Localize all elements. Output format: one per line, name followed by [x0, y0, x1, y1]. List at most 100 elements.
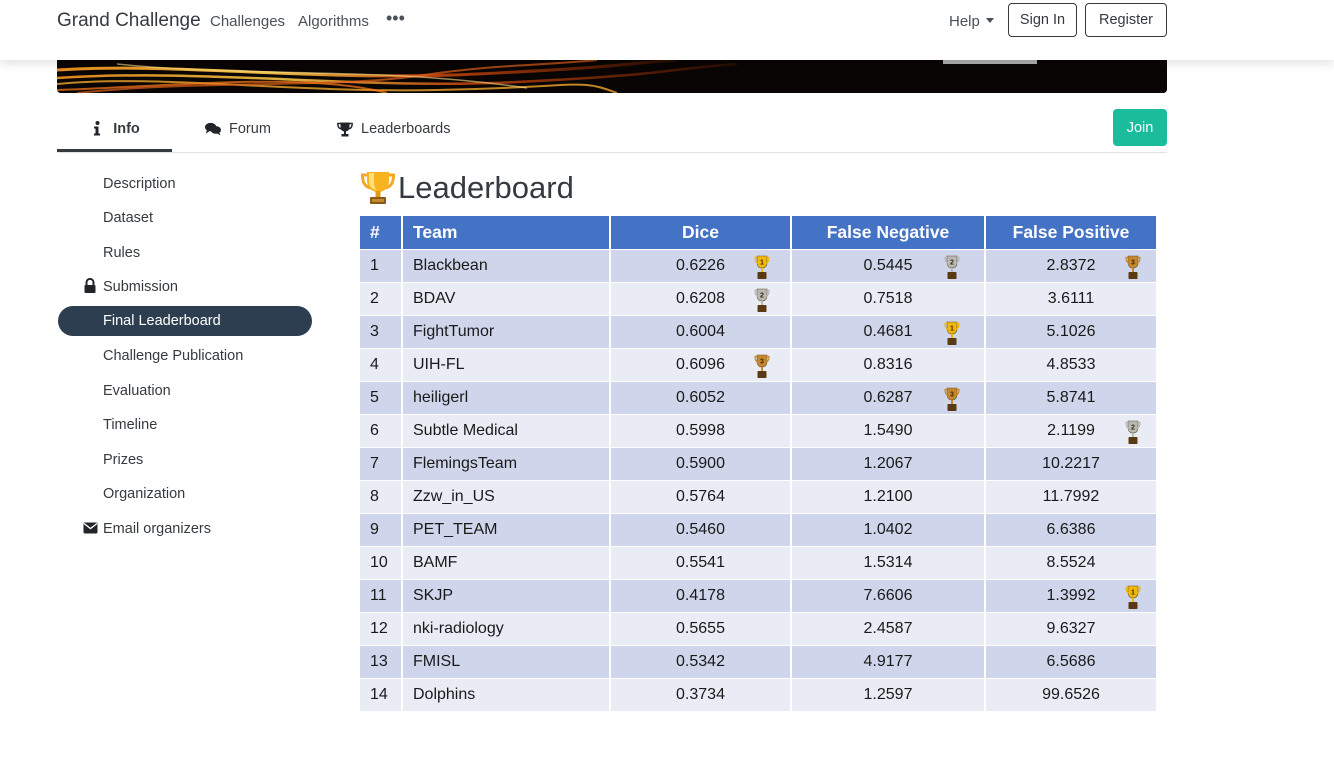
- sidebar-item-evaluation[interactable]: Evaluation: [103, 381, 171, 401]
- info-icon: [89, 121, 105, 136]
- false-positive-cell: 6.6386: [985, 512, 1158, 546]
- table-row: 2 BDAV 0.6208 2 0.7518 3.6111: [360, 281, 1158, 315]
- team-cell-value: heiligerl: [413, 388, 469, 406]
- false-positive-cell-value: 8.5524: [1046, 553, 1096, 571]
- rank-cell-value: 1: [370, 256, 379, 274]
- table-row: 1 Blackbean 0.6226 1 0.5445 2 2.8372 3: [360, 248, 1158, 282]
- help-dropdown[interactable]: Help: [949, 13, 994, 30]
- silver-trophy-icon: 2: [754, 287, 770, 313]
- table-row: 6 Subtle Medical 0.5998 1.5490 2.1199 2: [360, 413, 1158, 447]
- rank-cell-value: 5: [370, 388, 379, 406]
- nav-challenges-link[interactable]: Challenges: [210, 13, 285, 30]
- register-button[interactable]: Register: [1085, 3, 1167, 37]
- false-negative-cell: 0.4681 1: [791, 314, 986, 348]
- false-negative-cell-value: 0.6287: [863, 388, 913, 406]
- team-cell-value: FightTumor: [413, 322, 495, 340]
- sidebar-item-dataset[interactable]: Dataset: [103, 208, 153, 228]
- rank-cell: 2: [360, 281, 403, 315]
- dice-cell-value: 0.6004: [676, 322, 725, 340]
- false-positive-cell-value: 2.8372: [1046, 256, 1096, 274]
- page-title: Leaderboard: [360, 168, 574, 208]
- sidebar-item-rules[interactable]: Rules: [103, 243, 140, 263]
- sidebar-item-prizes[interactable]: Prizes: [103, 450, 143, 470]
- team-cell-value: Zzw_in_US: [413, 487, 495, 505]
- tab-leaderboards-label: Leaderboards: [361, 121, 451, 137]
- team-cell: FightTumor: [402, 314, 611, 348]
- column-header-rank: #: [360, 216, 403, 249]
- team-cell: SKJP: [402, 578, 611, 612]
- svg-text:3: 3: [950, 391, 954, 398]
- sidebar-item-email-organizers[interactable]: Email organizers: [103, 519, 211, 539]
- team-cell-value: FlemingsTeam: [413, 454, 518, 472]
- trophy-icon: [337, 122, 353, 137]
- tab-info[interactable]: Info: [57, 108, 172, 152]
- rank-cell: 13: [360, 644, 403, 678]
- dice-cell: 0.4178: [610, 578, 792, 612]
- false-positive-cell-value: 6.6386: [1046, 520, 1096, 538]
- false-negative-cell: 1.2100: [791, 479, 986, 513]
- false-positive-cell: 11.7992: [985, 479, 1158, 513]
- team-cell-value: FMISL: [413, 652, 461, 670]
- team-cell: FMISL: [402, 644, 611, 678]
- bronze-trophy-icon: 3: [1125, 254, 1141, 280]
- rank-cell: 14: [360, 677, 403, 711]
- sidebar-item-final-leaderboard[interactable]: Final Leaderboard: [58, 306, 312, 336]
- false-negative-cell: 4.9177: [791, 644, 986, 678]
- rank-cell-value: 2: [370, 289, 379, 307]
- team-cell: PET_TEAM: [402, 512, 611, 546]
- false-negative-cell-value: 0.8316: [863, 355, 913, 373]
- false-positive-cell: 1.3992 1: [985, 578, 1158, 612]
- gold-trophy-icon: 1: [1125, 584, 1141, 610]
- false-negative-cell-value: 7.6606: [863, 586, 913, 604]
- tab-forum[interactable]: Forum: [205, 108, 271, 150]
- team-cell: nki-radiology: [402, 611, 611, 645]
- false-negative-cell-value: 1.2067: [863, 454, 913, 472]
- dice-cell: 0.6208 2: [610, 281, 792, 315]
- brand-link[interactable]: Grand Challenge: [57, 10, 201, 32]
- false-positive-cell: 6.5686: [985, 644, 1158, 678]
- table-row: 10 BAMF 0.5541 1.5314 8.5524: [360, 545, 1158, 579]
- nav-algorithms-link[interactable]: Algorithms: [298, 13, 369, 30]
- false-negative-cell: 1.5314: [791, 545, 986, 579]
- dice-cell-value: 0.6208: [676, 289, 725, 307]
- table-row: 14 Dolphins 0.3734 1.2597 99.6526: [360, 677, 1158, 711]
- team-cell: heiligerl: [402, 380, 611, 414]
- false-positive-cell: 2.8372 3: [985, 248, 1158, 282]
- tab-leaderboards[interactable]: Leaderboards: [337, 108, 451, 150]
- rank-cell-value: 12: [370, 619, 388, 637]
- rank-cell: 8: [360, 479, 403, 513]
- sidebar-item-challenge-publication[interactable]: Challenge Publication: [103, 346, 243, 366]
- false-negative-cell-value: 1.2100: [863, 487, 913, 505]
- leaderboard-table: # Team Dice False Negative False Positiv…: [360, 216, 1158, 711]
- tab-info-label: Info: [113, 120, 140, 137]
- sidebar-item-submission[interactable]: Submission: [103, 277, 178, 297]
- false-negative-cell: 0.5445 2: [791, 248, 986, 282]
- column-header-false-negative: False Negative: [791, 216, 986, 249]
- false-negative-cell-value: 1.5490: [863, 421, 913, 439]
- team-cell-value: UIH-FL: [413, 355, 465, 373]
- more-menu-icon[interactable]: •••: [386, 8, 405, 29]
- rank-cell-value: 7: [370, 454, 379, 472]
- sidebar-item-organization[interactable]: Organization: [103, 484, 185, 504]
- dice-cell-value: 0.5460: [676, 520, 725, 538]
- sidebar-item-description[interactable]: Description: [103, 174, 176, 194]
- table-row: 4 UIH-FL 0.6096 3 0.8316 4.8533: [360, 347, 1158, 381]
- challenge-tabs: Info Forum Leaderboards: [57, 108, 1167, 153]
- trophy-icon: [360, 170, 396, 206]
- dice-cell: 0.6052: [610, 380, 792, 414]
- svg-text:3: 3: [1131, 259, 1135, 266]
- team-cell-value: PET_TEAM: [413, 520, 498, 538]
- join-button[interactable]: Join: [1113, 109, 1167, 146]
- leaderboard-heading: Leaderboard: [398, 170, 574, 205]
- sidebar-item-timeline[interactable]: Timeline: [103, 415, 157, 435]
- rank-cell: 7: [360, 446, 403, 480]
- rank-cell-value: 4: [370, 355, 379, 373]
- false-positive-cell-value: 1.3992: [1046, 586, 1096, 604]
- false-positive-cell-value: 3.6111: [1047, 289, 1095, 307]
- false-negative-cell: 7.6606: [791, 578, 986, 612]
- dice-cell: 0.3734: [610, 677, 792, 711]
- dice-cell: 0.6226 1: [610, 248, 792, 282]
- team-cell: UIH-FL: [402, 347, 611, 381]
- rank-cell-value: 14: [370, 685, 388, 703]
- sign-in-button[interactable]: Sign In: [1008, 3, 1077, 37]
